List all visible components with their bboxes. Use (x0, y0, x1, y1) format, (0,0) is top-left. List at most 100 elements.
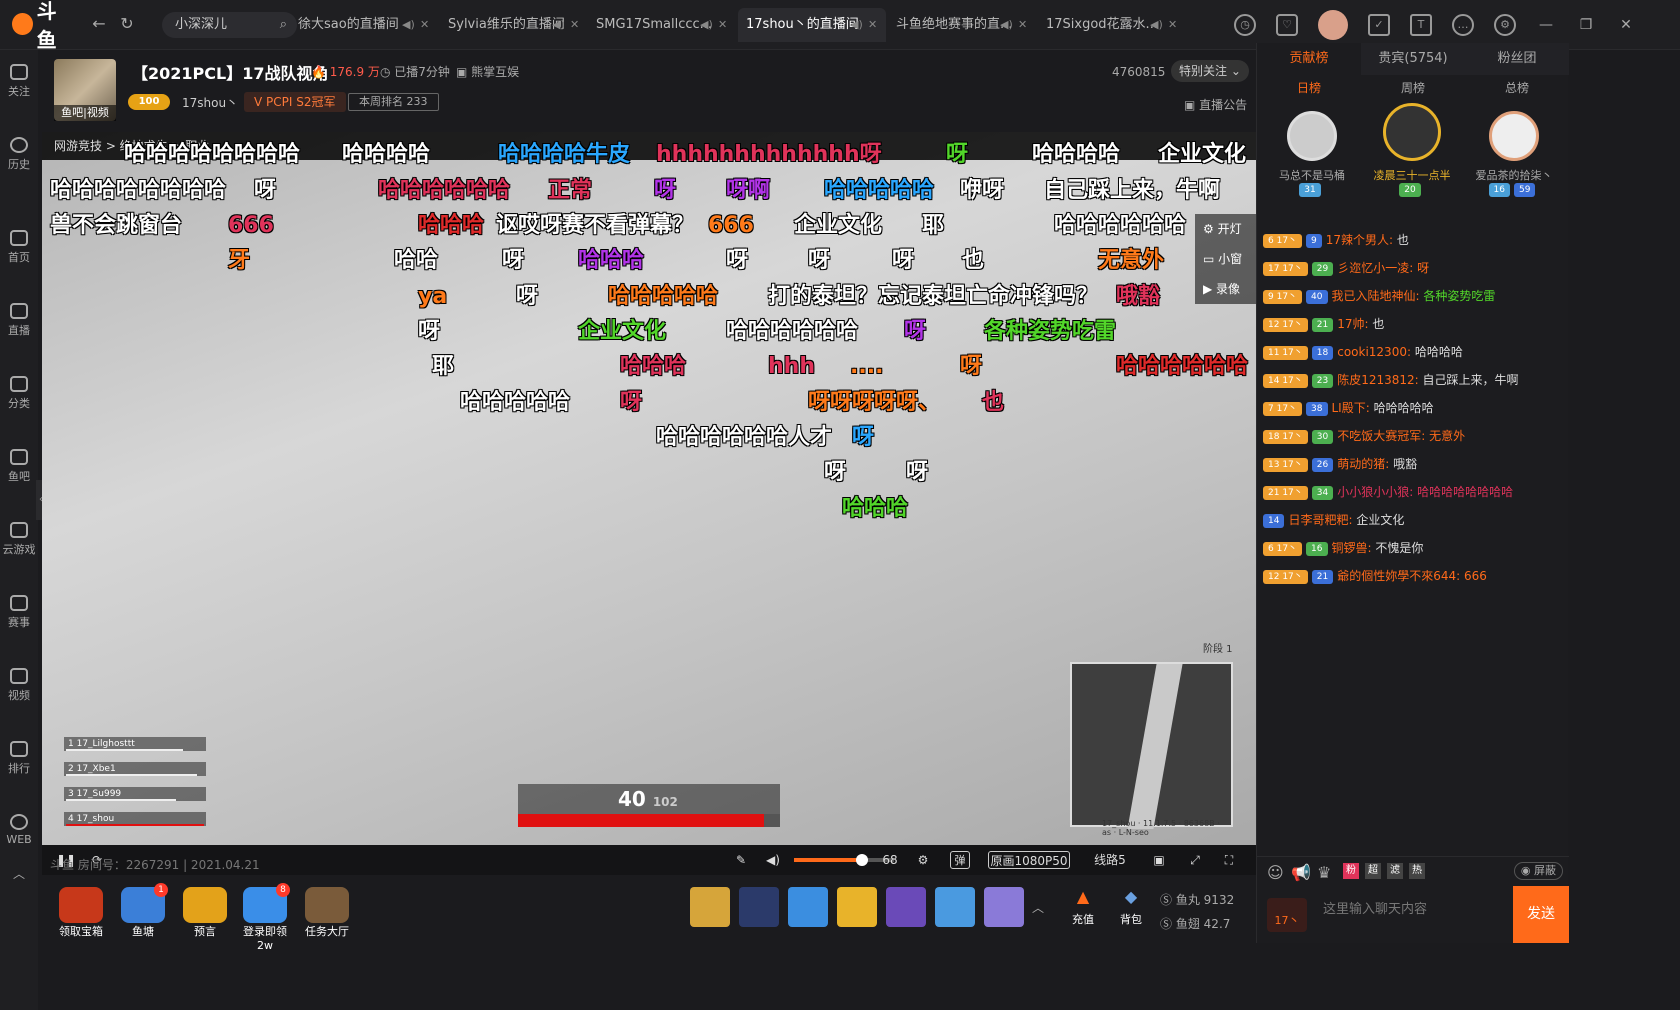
search-icon[interactable]: ⌕ (280, 12, 287, 38)
window-close-icon[interactable]: ✕ (1616, 17, 1636, 33)
tab-contribution[interactable]: 贡献榜 (1257, 43, 1361, 75)
subtab-total[interactable]: 总榜 (1505, 79, 1529, 96)
gift-girl[interactable] (886, 887, 926, 927)
light-toggle[interactable]: ⚙ 开灯 (1195, 214, 1256, 244)
fan-badge-select[interactable]: 17丶 (1267, 898, 1307, 932)
widescreen-icon[interactable]: ⤢ (1186, 851, 1204, 869)
gift-spaceship[interactable] (739, 887, 779, 927)
chat-message[interactable]: 6 17丶 16 铜锣兽: 不愧是你 (1257, 534, 1569, 562)
tab-6[interactable]: 17Sixgod花露水... ◀) ✕ (1038, 8, 1186, 42)
gift-gold[interactable] (837, 887, 877, 927)
weekly-rank[interactable]: 本周排名 233 (348, 93, 439, 111)
shirt-icon[interactable]: T (1410, 14, 1432, 36)
chat-message[interactable]: 7 17丶 38 LI殿下: 哈哈哈哈哈 (1257, 394, 1569, 422)
douyu-logo[interactable]: 斗鱼 (12, 0, 74, 52)
streamer-name[interactable]: 17shou丶 (182, 94, 238, 111)
tab-1[interactable]: 徐大sao的直播间 ◀) ✕ (290, 8, 435, 42)
sidebar-item-fishbar[interactable]: 鱼吧 (0, 449, 38, 484)
sidebar-item-history[interactable]: 历史 (0, 137, 38, 172)
sidebar-collapse-icon[interactable]: ︿ (0, 865, 38, 882)
announcement-button[interactable]: ▣ 直播公告 (1184, 96, 1247, 113)
chat-username[interactable]: 铜锣兽: (1332, 541, 1376, 555)
gift-rocket[interactable] (690, 887, 730, 927)
filter-icon[interactable]: 滤 (1387, 863, 1403, 879)
chat-username[interactable]: 小小狼小小狼: (1337, 485, 1417, 499)
close-icon[interactable]: ✕ (718, 8, 727, 42)
chat-message[interactable]: 12 17丶 21 17帅: 也 (1257, 310, 1569, 338)
sidebar-item-web[interactable]: WEB (0, 814, 38, 846)
treasure-box-button[interactable]: 领取宝箱 (54, 887, 108, 938)
settings-icon[interactable]: ⚙ (914, 851, 932, 869)
chat-message[interactable]: 18 17丶 30 不吃饭大赛冠军: 无意外 (1257, 422, 1569, 450)
close-icon[interactable]: ✕ (420, 8, 429, 42)
chat-message[interactable]: 21 17丶 34 小小狼小小狼: 哈哈哈哈哈哈哈哈 (1257, 478, 1569, 506)
sidebar-item-category[interactable]: 分类 (0, 376, 38, 411)
chat-username[interactable]: 17辣个男人: (1326, 233, 1397, 247)
sidebar-item-video[interactable]: 视频 (0, 668, 38, 703)
room-tag[interactable]: ▣ 熊掌互娱 (456, 63, 519, 80)
gift-scroll-icon[interactable]: ︿ (1032, 899, 1044, 916)
tab-fans[interactable]: 粉丝团 (1465, 43, 1569, 75)
avatar-label[interactable]: 鱼吧|视频 (54, 105, 116, 121)
fishpond-button[interactable]: 鱼塘 1 (116, 883, 170, 938)
volume-knob[interactable] (856, 854, 868, 866)
speaker-icon[interactable]: ◀) (1150, 8, 1163, 42)
barrage-toggle[interactable]: 弹 (950, 851, 970, 869)
tab-vip[interactable]: 贵宾(5754) (1361, 43, 1465, 75)
tab-3[interactable]: SMG17Smallccc... ◀) ✕ (588, 8, 733, 42)
tab-5[interactable]: 斗鱼绝地赛事的直... ◀) ✕ (888, 8, 1036, 42)
search-input[interactable]: 小深深儿 ⌕ (162, 12, 297, 38)
task-hall-button[interactable]: 任务大厅 (300, 887, 354, 938)
chat-message[interactable]: 14 日李哥粑粑: 企业文化 (1257, 506, 1569, 534)
gift-tv[interactable] (984, 887, 1024, 927)
follow-button[interactable]: 特别关注 ⌄ (1171, 60, 1249, 82)
restore-icon[interactable]: ❐ (1576, 17, 1596, 33)
speaker-icon[interactable]: ◀) (552, 8, 565, 42)
settings-icon[interactable]: ⚙ (1494, 14, 1516, 36)
chat-list[interactable]: 6 17丶 9 17辣个男人: 也 17 17丶 29 彡迩忆小一凌: 呀9 17丶 40 我… (1257, 226, 1569, 856)
login-reward-button[interactable]: 登录即领2w 8 (238, 883, 292, 952)
record-button[interactable]: ▶ 录像 (1195, 274, 1256, 304)
chat-message[interactable]: 11 17丶 18 cooki12300: 哈哈哈哈 (1257, 338, 1569, 366)
heart-icon[interactable]: ♡ (1276, 14, 1298, 36)
fan-color-icon[interactable]: 粉 (1343, 863, 1359, 879)
chat-username[interactable]: 萌动的猪: (1337, 457, 1393, 471)
chat-message[interactable]: 13 17丶 26 萌动的猪: 哦豁 (1257, 450, 1569, 478)
chat-message[interactable]: 14 17丶 23 陈皮1213812: 自己踩上来，牛啊 (1257, 366, 1569, 394)
gift-plane[interactable] (788, 887, 828, 927)
chat-input[interactable]: 这里输入聊天内容 (1323, 898, 1427, 917)
shield-toggle[interactable]: ◉ 屏蔽 (1513, 862, 1563, 880)
speaker-icon[interactable]: ◀) (402, 8, 415, 42)
streamer-avatar[interactable]: 鱼吧|视频 (54, 59, 116, 121)
back-icon[interactable]: ← (90, 15, 108, 33)
fullscreen-icon[interactable]: ⛶ (1220, 851, 1238, 869)
close-icon[interactable]: ✕ (1168, 8, 1177, 42)
tab-2[interactable]: Sylvia维乐的直播间 ◀) ✕ (440, 8, 585, 42)
champion-badge[interactable]: V PCPI S2冠军 (244, 92, 346, 112)
chat-username[interactable]: LI殿下: (1332, 401, 1374, 415)
volume-slider[interactable] (794, 854, 894, 866)
calendar-icon[interactable]: ✓ (1368, 14, 1390, 36)
chat-username[interactable]: 我已入陆地神仙: (1332, 289, 1424, 303)
crown-icon[interactable]: ♛ (1317, 863, 1331, 882)
message-icon[interactable]: … (1452, 14, 1474, 36)
close-icon[interactable]: ✕ (570, 8, 579, 42)
emoji-icon[interactable]: ☺ (1267, 863, 1284, 882)
top-contributor-2[interactable]: 凌晨三十一点半 20 (1367, 103, 1457, 197)
prophecy-button[interactable]: 预言 (178, 887, 232, 938)
quality-select[interactable]: 原画1080P50 (988, 851, 1070, 869)
refresh-icon[interactable]: ↻ (118, 15, 136, 33)
chat-username[interactable]: 爺的個性妳學不來644: (1337, 569, 1464, 583)
sidebar-item-home[interactable]: 首页 (0, 230, 38, 265)
chat-username[interactable]: 日李哥粑粑: (1288, 513, 1356, 527)
user-avatar[interactable] (1318, 10, 1348, 40)
pip-icon[interactable]: ▣ (1150, 851, 1168, 869)
recharge-button[interactable]: ▲ 充值 (1060, 887, 1106, 931)
speaker-icon[interactable]: ◀) (1000, 8, 1013, 42)
chat-message[interactable]: 9 17丶 40 我已入陆地神仙: 各种姿势吃雷 (1257, 282, 1569, 310)
history-clock-icon[interactable]: ◷ (1234, 14, 1256, 36)
sidebar-item-cloudgame[interactable]: 云游戏 (0, 522, 38, 557)
sidebar-item-events[interactable]: 赛事 (0, 595, 38, 630)
top-contributor-1[interactable]: 马总不是马桶 31 (1267, 111, 1357, 197)
hot-icon[interactable]: 热 (1409, 863, 1425, 879)
